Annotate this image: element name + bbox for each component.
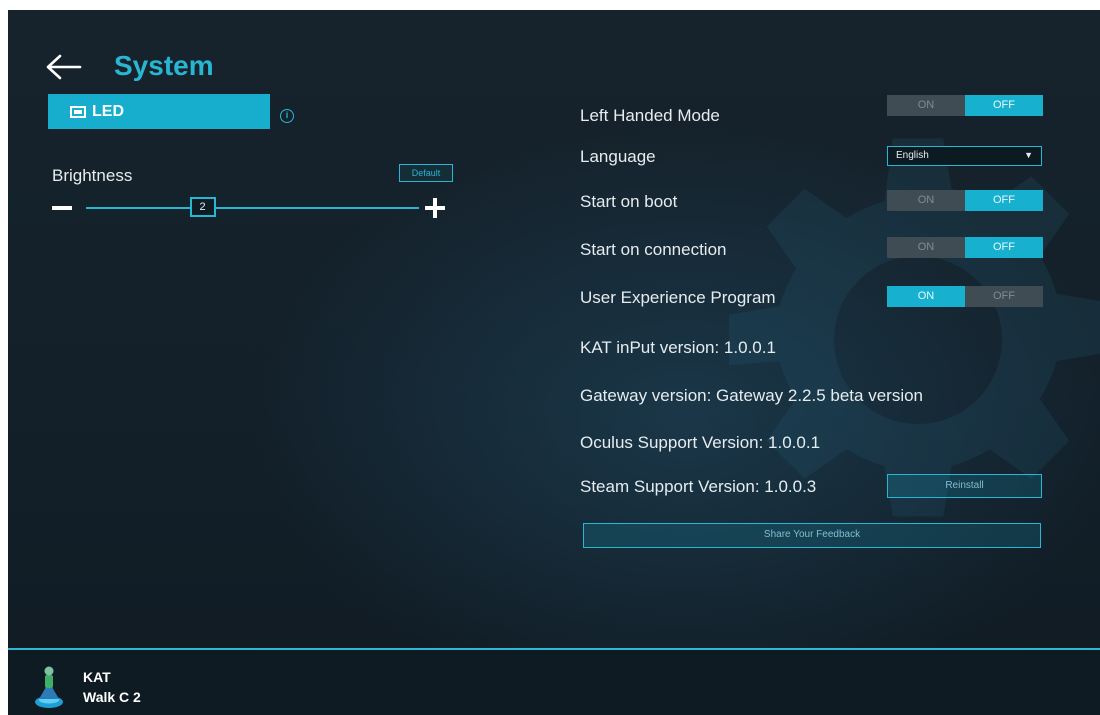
user-experience-program-toggle[interactable]: ON OFF (887, 286, 1043, 307)
left-handed-mode-label: Left Handed Mode (580, 106, 720, 125)
brightness-slider-thumb[interactable]: 2 (189, 197, 216, 217)
tab-led-label: LED (92, 102, 124, 120)
dropdown-caret-icon: ▼ (1024, 150, 1033, 160)
settings-window: System LED i Brightness Default 2 Left H… (8, 10, 1100, 715)
reinstall-button[interactable]: Reinstall (887, 474, 1042, 498)
device-name-line1: KAT (83, 669, 111, 685)
brightness-increase-button[interactable] (421, 194, 449, 222)
language-dropdown[interactable]: English ▼ (887, 146, 1042, 166)
device-name: KAT Walk C 2 (83, 667, 141, 707)
default-button[interactable]: Default (399, 164, 453, 182)
start-on-boot-label: Start on boot (580, 192, 678, 211)
kat-walk-device-icon[interactable] (34, 663, 64, 709)
left-handed-off-option[interactable]: OFF (965, 95, 1043, 116)
start-on-boot-toggle[interactable]: ON OFF (887, 190, 1043, 211)
start-on-boot-on-option[interactable]: ON (887, 190, 965, 211)
share-feedback-button[interactable]: Share Your Feedback (583, 523, 1041, 548)
start-on-connection-off-option[interactable]: OFF (965, 237, 1043, 258)
plus-icon-vertical (433, 198, 437, 218)
back-arrow-icon[interactable] (44, 52, 84, 82)
brightness-decrease-button[interactable] (52, 206, 72, 210)
oculus-support-version-text: Oculus Support Version: 1.0.0.1 (580, 433, 821, 452)
start-on-connection-label: Start on connection (580, 240, 727, 259)
start-on-connection-on-option[interactable]: ON (887, 237, 965, 258)
steam-support-version-text: Steam Support Version: 1.0.0.3 (580, 477, 817, 496)
left-handed-on-option[interactable]: ON (887, 95, 965, 116)
start-on-boot-off-option[interactable]: OFF (965, 190, 1043, 211)
brightness-slider-track[interactable] (86, 207, 419, 209)
kat-input-version-text: KAT inPut version: 1.0.0.1 (580, 338, 776, 357)
gateway-version-text: Gateway version: Gateway 2.2.5 beta vers… (580, 386, 924, 405)
brightness-label: Brightness (52, 166, 133, 185)
page-title: System (114, 50, 214, 81)
led-icon (70, 105, 86, 118)
left-handed-mode-toggle[interactable]: ON OFF (887, 95, 1043, 116)
start-on-connection-toggle[interactable]: ON OFF (887, 237, 1043, 258)
language-selected-value: English (896, 150, 929, 161)
language-label: Language (580, 147, 656, 166)
info-icon[interactable]: i (280, 109, 294, 123)
user-experience-on-option[interactable]: ON (887, 286, 965, 307)
device-name-line2: Walk C 2 (83, 689, 141, 705)
user-experience-off-option[interactable]: OFF (965, 286, 1043, 307)
user-experience-program-label: User Experience Program (580, 288, 776, 307)
tab-led[interactable]: LED (48, 94, 270, 129)
device-footer (8, 650, 1100, 715)
